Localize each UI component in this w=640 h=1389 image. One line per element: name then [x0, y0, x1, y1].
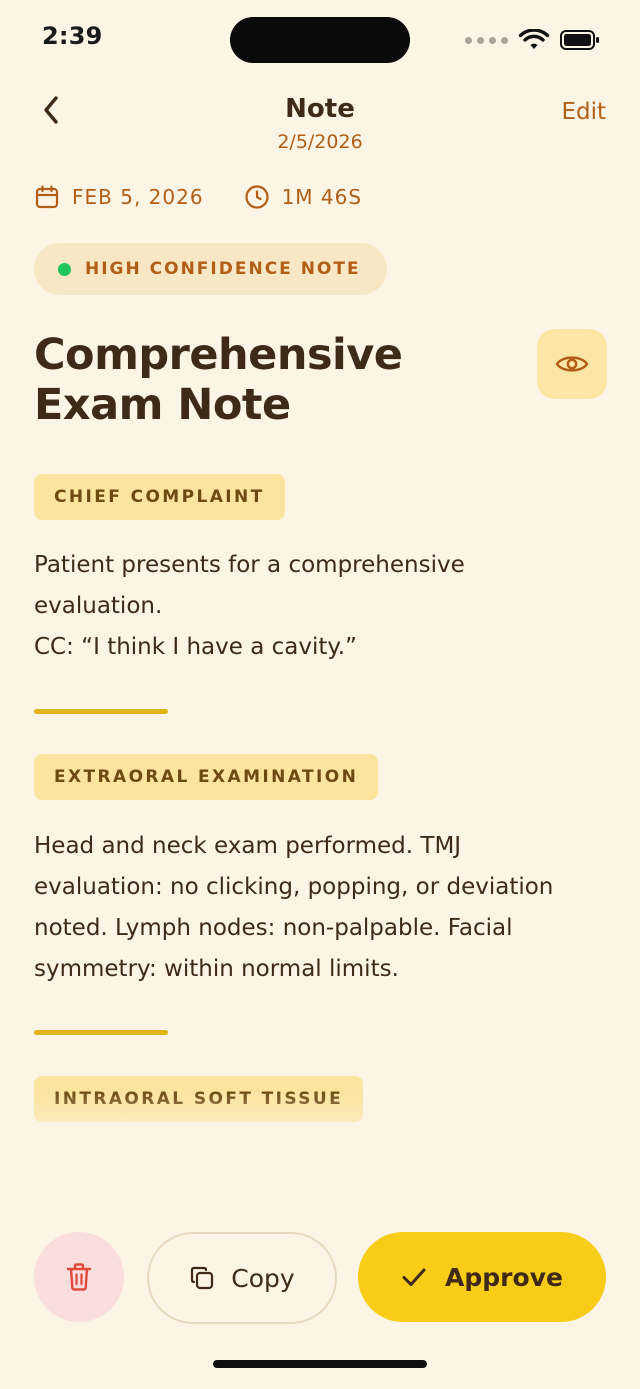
- body-line: Head and neck exam performed. TMJ: [34, 833, 462, 859]
- note-title-line-1: Comprehensive: [34, 330, 403, 380]
- body-line: Patient presents for a comprehensive: [34, 552, 465, 578]
- status-indicators: [465, 26, 600, 54]
- dynamic-island: [230, 17, 410, 63]
- copy-button-label: Copy: [231, 1263, 295, 1293]
- section-tag-extraoral-examination: EXTRAORAL EXAMINATION: [34, 754, 379, 800]
- scroll-fade-overlay: [0, 1090, 640, 1210]
- eye-icon: [555, 356, 589, 372]
- cellular-signal-icon: [465, 36, 508, 44]
- battery-icon: [560, 30, 599, 50]
- section-divider: [34, 709, 168, 714]
- body-line: symmetry: within normal limits.: [34, 956, 399, 982]
- section-body-chief-complaint: Patient presents for a comprehensive eva…: [34, 545, 604, 668]
- delete-button[interactable]: [34, 1232, 124, 1322]
- calendar-icon: [35, 185, 59, 209]
- status-dot-icon: [58, 262, 71, 276]
- section-divider: [34, 1030, 168, 1035]
- back-button[interactable]: [30, 88, 74, 132]
- body-line: noted. Lymph nodes: non-palpable. Facial: [34, 915, 513, 941]
- home-indicator[interactable]: [213, 1360, 427, 1368]
- body-line: evaluation.: [34, 593, 163, 619]
- check-icon: [402, 1268, 426, 1286]
- meta-date-text: FEB 5, 2026: [72, 185, 204, 209]
- status-time: 2:39: [42, 22, 103, 50]
- section-body-extraoral-examination: Head and neck exam performed. TMJ evalua…: [34, 826, 614, 990]
- body-line: evaluation: no clicking, popping, or dev…: [34, 874, 554, 900]
- meta-duration-text: 1M 46S: [281, 185, 363, 209]
- wifi-icon: [518, 29, 550, 49]
- section-tag-chief-complaint: CHIEF COMPLAINT: [34, 474, 285, 520]
- confidence-badge: HIGH CONFIDENCE NOTE: [34, 243, 387, 295]
- edit-button[interactable]: Edit: [561, 99, 606, 125]
- body-line: CC: “I think I have a cavity.”: [34, 634, 357, 660]
- clock-icon: [244, 185, 269, 209]
- note-title-line-2: Exam Note: [34, 380, 291, 430]
- copy-icon: [191, 1266, 214, 1290]
- approve-button[interactable]: Approve: [358, 1232, 606, 1322]
- approve-button-label: Approve: [445, 1262, 563, 1292]
- meta-date: FEB 5, 2026: [34, 184, 204, 210]
- copy-button[interactable]: Copy: [147, 1232, 337, 1324]
- chevron-left-icon: [44, 96, 58, 124]
- note-meta: FEB 5, 2026 1M 46S: [34, 184, 362, 210]
- preview-button[interactable]: [537, 329, 607, 399]
- page-subtitle-date: 2/5/2026: [277, 131, 363, 153]
- meta-duration: 1M 46S: [244, 184, 362, 210]
- page-title: Note: [285, 94, 355, 124]
- trash-icon: [66, 1263, 92, 1291]
- confidence-label: HIGH CONFIDENCE NOTE: [85, 259, 361, 279]
- note-title: Comprehensive Exam Note: [34, 330, 504, 430]
